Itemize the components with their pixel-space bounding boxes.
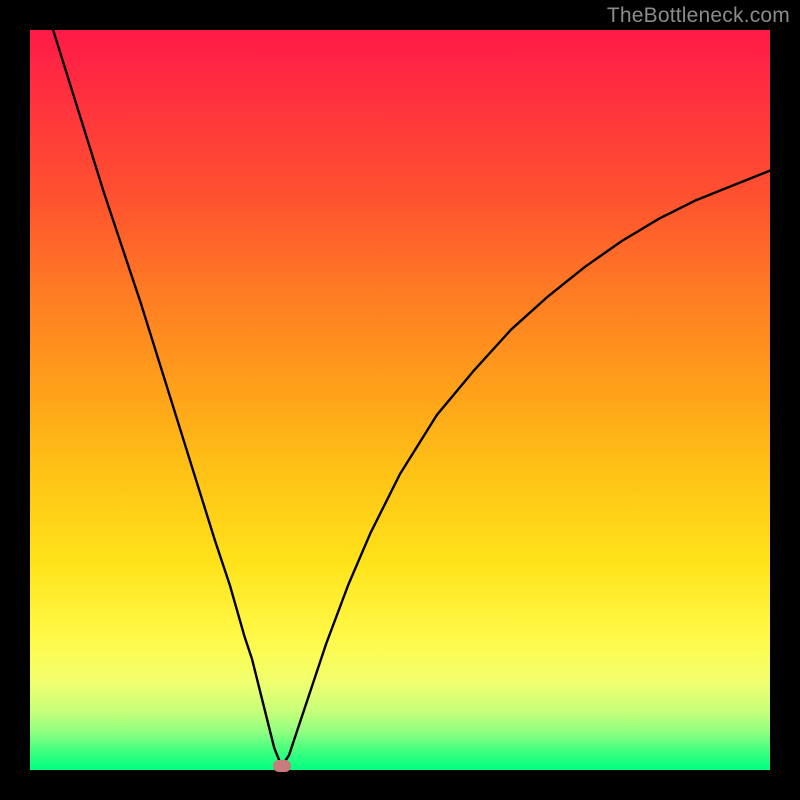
optimal-point-marker xyxy=(273,760,291,772)
plot-area xyxy=(30,30,770,770)
curve-svg xyxy=(30,30,770,770)
chart-frame: TheBottleneck.com xyxy=(0,0,800,800)
watermark-text: TheBottleneck.com xyxy=(607,4,790,28)
bottleneck-curve xyxy=(30,0,770,766)
